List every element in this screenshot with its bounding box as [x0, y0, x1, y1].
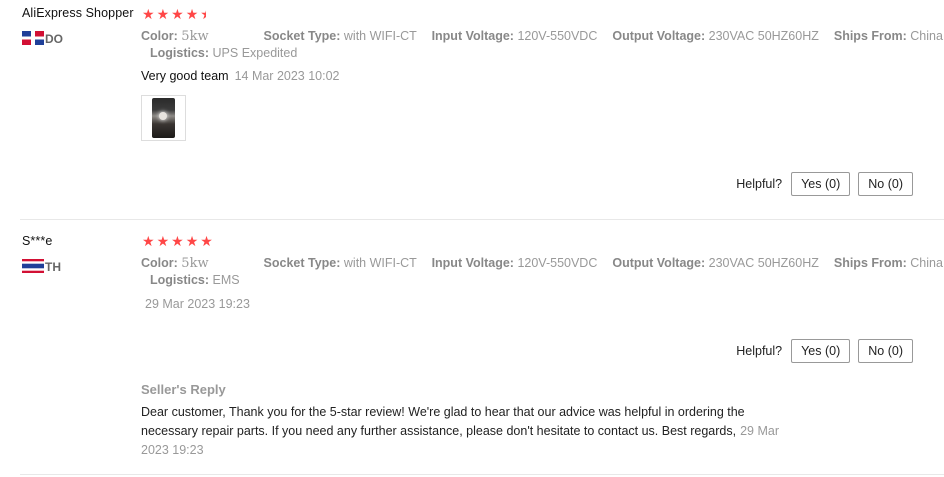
country-code: DO: [45, 32, 63, 46]
product-attributes: Color: 5kw Socket Type: with WIFI-CT Inp…: [141, 28, 943, 62]
review-photo-thumbnail[interactable]: [141, 95, 186, 141]
helpful-no-button[interactable]: No (0): [858, 172, 913, 196]
attr-value-logistics: EMS: [212, 273, 240, 287]
seller-reply-text: Dear customer, Thank you for the 5-star …: [141, 403, 791, 460]
helpful-label: Helpful?: [736, 177, 783, 191]
helpful-controls: Helpful? Yes (0) No (0): [736, 172, 913, 196]
attr-label-ships: Ships From:: [833, 256, 907, 270]
attr-value-input: 120V-550VDC: [517, 256, 598, 270]
review-photo: [152, 98, 175, 138]
helpful-controls: Helpful? Yes (0) No (0): [736, 339, 913, 363]
attr-label-input: Input Voltage:: [431, 29, 514, 43]
attr-label-ships: Ships From:: [833, 29, 907, 43]
star-icon: ★: [171, 6, 186, 22]
thailand-flag-icon: [22, 259, 44, 273]
attr-label-color: Color:: [141, 256, 178, 270]
attr-label-socket: Socket Type:: [263, 29, 341, 43]
attr-value-ships: China: [910, 256, 943, 270]
attr-label-socket: Socket Type:: [263, 256, 341, 270]
attr-label-color: Color:: [141, 29, 178, 43]
seller-reply-title: Seller's Reply: [141, 382, 226, 397]
review-item: AliExpress Shopper DO ★★★★★ Color: 5kw S…: [0, 0, 944, 219]
helpful-yes-button[interactable]: Yes (0): [791, 339, 851, 363]
star-icon: ★: [142, 233, 157, 249]
attr-value-input: 120V-550VDC: [517, 29, 598, 43]
review-divider: [20, 474, 944, 475]
reviewer-name: AliExpress Shopper: [22, 6, 134, 20]
review-text: Very good team 14 Mar 2023 10:02: [141, 69, 340, 83]
review-date: 14 Mar 2023 10:02: [234, 69, 340, 83]
half-star-icon: ★: [200, 6, 206, 23]
reviewer-country: TH: [22, 259, 61, 274]
star-icon: ★: [185, 6, 201, 22]
review-date: 29 Mar 2023 19:23: [145, 297, 250, 311]
star-icon: ★: [156, 233, 172, 249]
attr-label-input: Input Voltage:: [431, 256, 514, 270]
dominican-republic-flag-icon: [22, 31, 44, 45]
attr-label-logistics: Logistics:: [150, 46, 210, 60]
attr-label-output: Output Voltage:: [612, 256, 706, 270]
review-body: Very good team: [141, 69, 229, 83]
attr-value-color: 5kw: [181, 256, 209, 271]
helpful-yes-button[interactable]: Yes (0): [791, 172, 851, 196]
attr-value-socket: with WIFI-CT: [343, 256, 417, 270]
star-rating: ★★★★★: [142, 6, 206, 23]
reviewer-country: DO: [22, 31, 63, 46]
attr-value-output: 230VAC 50HZ60HZ: [708, 256, 819, 270]
star-icon: ★: [156, 6, 172, 22]
star-rating: ★★★★★: [142, 233, 215, 250]
attr-value-socket: with WIFI-CT: [343, 29, 417, 43]
attr-value-logistics: UPS Expedited: [212, 46, 298, 60]
review-item: S***e TH ★★★★★ Color: 5kw Socket Type: w…: [0, 220, 944, 475]
star-icon: ★: [200, 233, 215, 249]
attr-label-logistics: Logistics:: [150, 273, 210, 287]
product-attributes: Color: 5kw Socket Type: with WIFI-CT Inp…: [141, 255, 943, 289]
attr-value-color: 5kw: [181, 29, 209, 44]
star-icon: ★: [142, 6, 157, 22]
attr-value-ships: China: [910, 29, 943, 43]
reviewer-name: S***e: [22, 234, 53, 248]
attr-value-output: 230VAC 50HZ60HZ: [708, 29, 819, 43]
star-icon: ★: [185, 233, 201, 249]
attr-label-output: Output Voltage:: [612, 29, 706, 43]
helpful-no-button[interactable]: No (0): [858, 339, 913, 363]
seller-reply-body: Dear customer, Thank you for the 5-star …: [141, 405, 745, 438]
helpful-label: Helpful?: [736, 344, 783, 358]
star-icon: ★: [171, 233, 186, 249]
country-code: TH: [45, 260, 61, 274]
